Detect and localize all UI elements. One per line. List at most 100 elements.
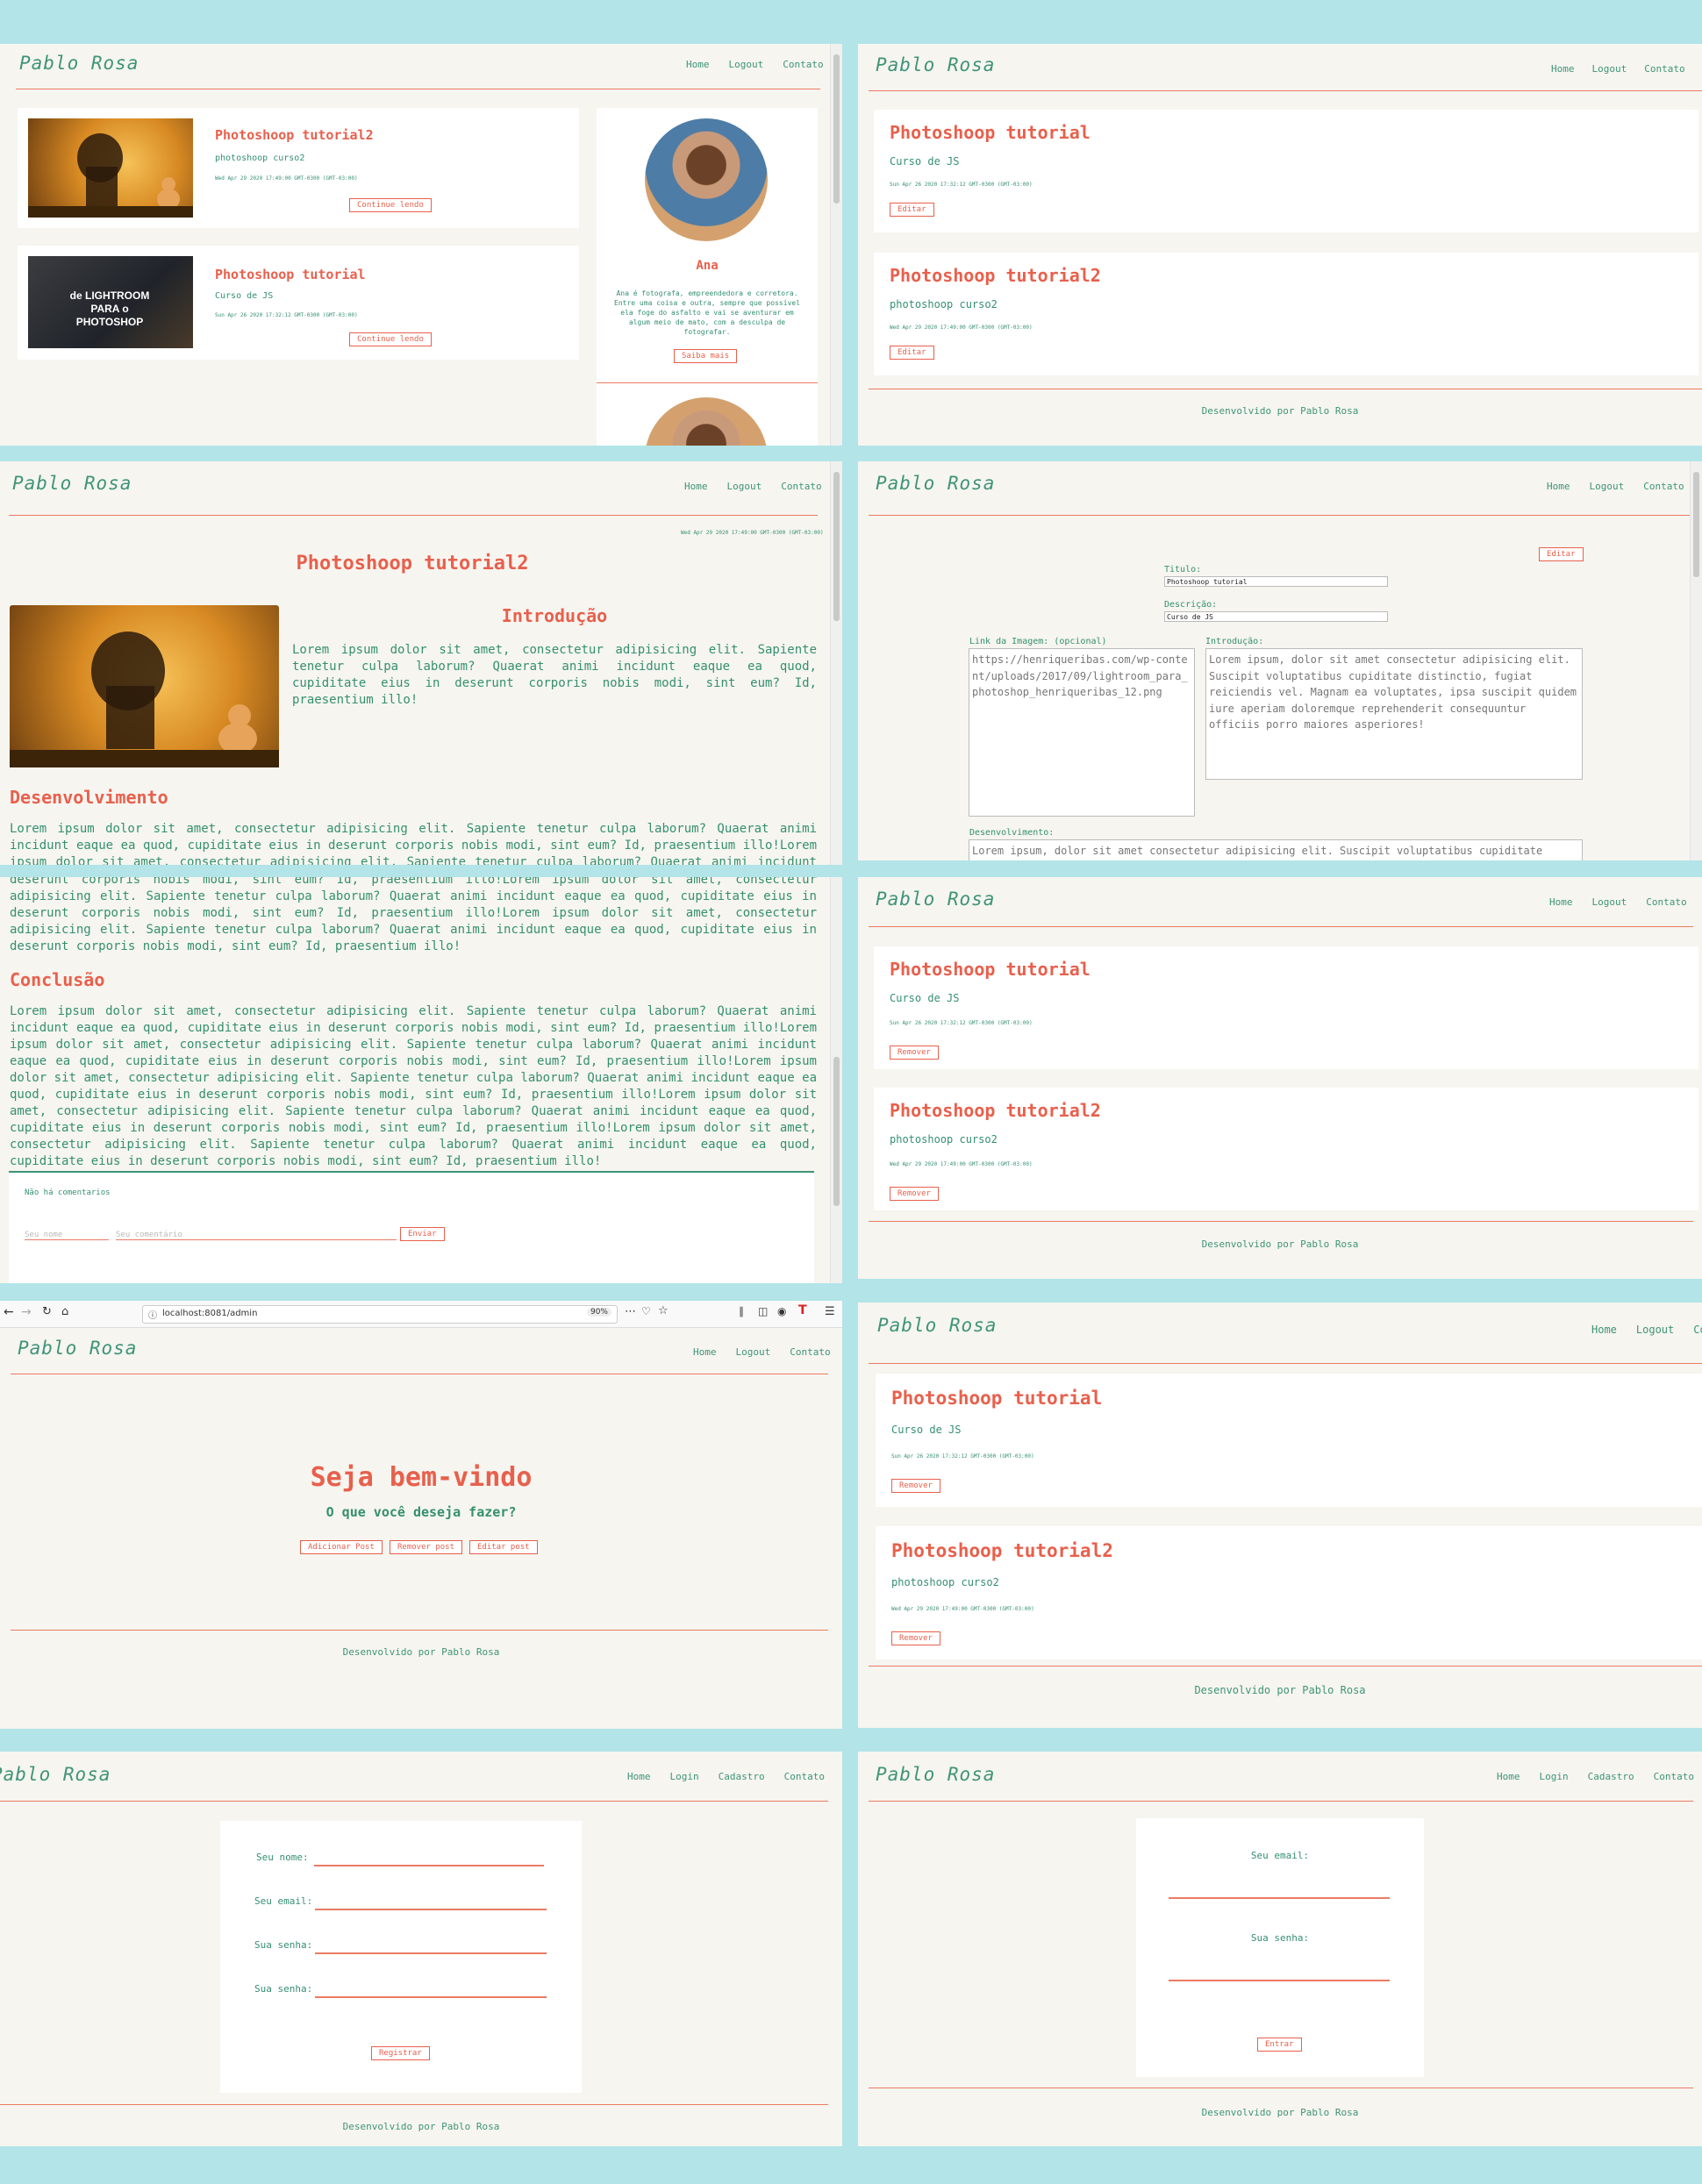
image-link-textarea[interactable]: https://henriqueribas.com/wp-content/upl… [969,648,1195,817]
nav-home[interactable]: Home [627,1771,651,1782]
saiba-mais-button[interactable]: Saiba mais [674,349,738,363]
nav-login[interactable]: Login [1540,1771,1569,1782]
site-logo[interactable]: Pablo Rosa [876,889,995,910]
scrollbar[interactable] [830,877,842,1283]
edit-submit-button[interactable]: Editar [1539,547,1584,561]
site-logo[interactable]: Pablo Rosa [876,54,995,75]
continue-reading-button[interactable]: Continue lendo [349,332,432,346]
development-text-continued: deserunt corporis nobis modi, sint eum? … [10,877,817,953]
nav-contato[interactable]: Contato [1643,481,1684,492]
site-logo[interactable]: Pablo Rosa [877,1315,997,1336]
remove-button[interactable]: Remover [891,1631,940,1645]
nav-contato[interactable]: Contato [784,1771,825,1782]
scroll-thumb[interactable] [833,472,840,621]
forward-icon[interactable]: → [21,1305,32,1319]
nav-logout[interactable]: Logout [736,1346,771,1358]
confirm-password-input[interactable] [315,1996,547,1998]
remove-post-button[interactable]: Remover post [390,1540,463,1554]
scroll-thumb[interactable] [1693,472,1699,577]
nav-contato[interactable]: Contato [781,481,821,492]
add-post-button[interactable]: Adicionar Post [300,1540,383,1554]
site-logo[interactable]: Pablo Rosa [876,1764,995,1785]
development-textarea[interactable]: Lorem ipsum, dolor sit amet consectetur … [969,839,1583,860]
edit-button[interactable]: Editar [890,346,934,360]
titulo-input[interactable]: Photoshoop tutorial [1164,576,1388,587]
nav-contato[interactable]: Contato [1646,896,1686,908]
nav-cadastro[interactable]: Cadastro [1588,1771,1634,1782]
address-bar[interactable]: ⓘ localhost:8081/admin 90% [142,1305,618,1324]
site-logo[interactable]: Pablo Rosa [876,473,995,494]
site-logo[interactable]: Pablo Rosa [18,1338,137,1359]
continue-reading-button[interactable]: Continue lendo [349,198,432,212]
menu-icon[interactable]: ☰ [825,1305,835,1318]
comment-name-input[interactable]: Seu nome [25,1231,109,1240]
nav-contato[interactable]: Contato [1654,1771,1694,1782]
send-comment-button[interactable]: Enviar [400,1227,445,1241]
nav-logout[interactable]: Logout [1592,896,1627,908]
comment-text-input[interactable]: Seu comentário [116,1231,397,1240]
email-input[interactable] [315,1909,547,1910]
email-input[interactable] [1169,1897,1390,1899]
nav-contato[interactable]: Contato [1644,63,1684,75]
site-logo[interactable]: Pablo Rosa [0,1764,111,1785]
site-logo[interactable]: Pablo Rosa [19,53,139,74]
nav-logout[interactable]: Logout [1636,1324,1674,1336]
nav-home[interactable]: Home [684,481,708,492]
scrollbar[interactable] [1690,461,1702,860]
descricao-input[interactable]: Curso de JS [1164,611,1388,622]
scrollbar[interactable] [830,461,842,865]
edit-post-button[interactable]: Editar post [469,1540,538,1554]
post-card: Photoshoop tutorial2 photoshoop curso2 W… [18,108,579,228]
library-icon[interactable]: ∥ [739,1305,744,1317]
post-title[interactable]: Photoshoop tutorial2 [215,127,374,143]
nav-cadastro[interactable]: Cadastro [719,1771,765,1782]
remove-button[interactable]: Remover [890,1046,939,1060]
nav-home[interactable]: Home [1547,481,1570,492]
password-input[interactable] [315,1952,547,1954]
nav-logout[interactable]: Logout [1590,481,1625,492]
nav-home[interactable]: Home [686,59,710,70]
post-image[interactable]: de LIGHTROOM PARA o PHOTOSHOP [28,256,193,348]
extension-icon[interactable]: T [798,1303,807,1317]
more-icon[interactable]: ⋯ [625,1305,636,1318]
home-icon[interactable]: ⌂ [61,1305,68,1318]
info-icon[interactable]: ⓘ [148,1308,157,1321]
reload-icon[interactable]: ↻ [42,1305,52,1318]
remove-button[interactable]: Remover [890,1187,939,1201]
register-button[interactable]: Registrar [371,2046,430,2060]
nav-home[interactable]: Home [1551,63,1575,75]
password-input[interactable] [1169,1980,1390,1981]
nav-login[interactable]: Login [670,1771,699,1782]
account-icon[interactable]: ◉ [777,1305,786,1317]
nav-contato[interactable]: Contato [1693,1324,1702,1336]
nav-home[interactable]: Home [693,1346,717,1358]
nav-contato[interactable]: Contato [790,1346,830,1358]
zoom-level[interactable]: 90% [586,1308,611,1317]
edit-button[interactable]: Editar [890,203,934,217]
nav-logout[interactable]: Logout [729,59,764,70]
scroll-thumb[interactable] [833,54,840,203]
post-title[interactable]: Photoshoop tutorial [215,267,366,282]
site-logo[interactable]: Pablo Rosa [12,473,132,494]
name-input[interactable] [314,1865,544,1866]
nav-logout[interactable]: Logout [1592,63,1627,75]
nav-logout[interactable]: Logout [727,481,762,492]
nav-home[interactable]: Home [1549,896,1573,908]
sidebar-icon[interactable]: ◫ [758,1305,768,1317]
login-button[interactable]: Entrar [1257,2038,1302,2052]
scrollbar[interactable] [830,44,842,446]
intro-textarea[interactable]: Lorem ipsum, dolor sit amet consectetur … [1205,648,1583,780]
pocket-icon[interactable]: ♡ [641,1305,651,1317]
post-card: Photoshoop tutorial Curso de JS Sun Apr … [876,1374,1702,1507]
site-footer: Desenvolvido por Pablo Rosa [1201,405,1359,417]
back-icon[interactable]: ← [4,1305,14,1319]
conclusion-text: Lorem ipsum dolor sit amet, consectetur … [10,1004,817,1168]
scroll-thumb[interactable] [833,1057,840,1206]
nav-contato[interactable]: Contato [783,59,823,70]
url-text[interactable]: localhost:8081/admin [162,1309,257,1318]
nav-home[interactable]: Home [1497,1771,1520,1782]
remove-button[interactable]: Remover [891,1479,940,1493]
bookmark-icon[interactable]: ☆ [658,1304,669,1317]
nav-home[interactable]: Home [1591,1324,1617,1336]
post-image[interactable] [28,118,193,218]
